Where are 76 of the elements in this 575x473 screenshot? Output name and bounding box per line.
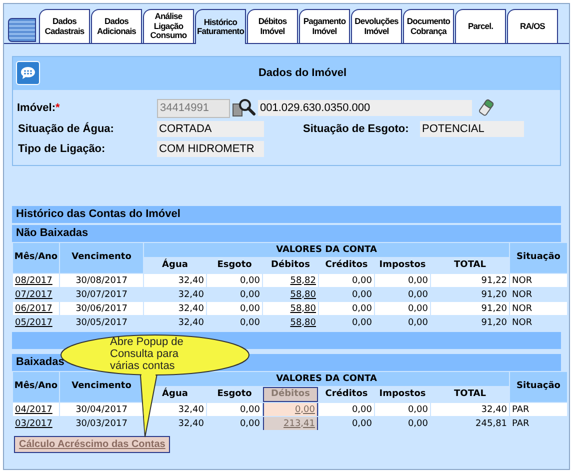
table-cell: 30/08/2017 [76,276,128,286]
table-cell: 91,22 [481,276,508,286]
tab[interactable]: Análise Ligação Consumo [143,9,194,43]
table-cell: 30/07/2017 [76,290,128,300]
input-field[interactable]: 34414991 [157,98,230,118]
table-cell: 32,40 [178,290,204,300]
table-cell: 0,00 [408,318,428,328]
table-cell: NOR [512,304,532,314]
field-label: Tipo de Ligação: [17,142,106,157]
table-link[interactable]: 05/2017 [15,318,52,328]
table-cell: 0,00 [240,418,260,428]
chat-icon[interactable] [16,61,40,85]
table-cell: PAR [512,418,530,428]
table-cell: 0,00 [352,404,372,414]
tab[interactable]: Pagamento Imóvel [299,9,350,43]
tab[interactable]: Histórico Faturamento [195,9,246,44]
table-cell: 0,00 [240,304,260,314]
table-cell: 0,00 [352,276,372,286]
table-cell: 0,00 [240,276,260,286]
table-cell: 32,40 [481,404,508,414]
table-cell: 32,40 [178,318,204,328]
table-cell: 30/03/2017 [76,418,128,428]
table-cell: 0,00 [408,276,428,286]
column-header: Vencimento [60,243,143,273]
table-cell: 91,20 [481,304,508,314]
table-link[interactable]: 58,80 [290,318,316,328]
table-cell: 30/05/2017 [76,318,128,328]
column-header: Situação [510,243,568,273]
tab[interactable]: Dados Adicionais [91,9,142,43]
field-label: Situação de Esgoto: [302,122,410,137]
table-cell: 0,00 [408,290,428,300]
tab[interactable]: Débitos Imóvel [247,9,298,43]
table-cell: 0,00 [240,290,260,300]
table-cell: 32,40 [178,304,204,314]
table-cell: 0,00 [352,304,372,314]
column-group-header: VALORES DA CONTA [144,243,510,257]
table-cell: 0,00 [408,304,428,314]
table-cell: 0,00 [352,318,372,328]
field-label: Situação de Água: [17,121,115,137]
table-cell: 0,00 [352,418,372,428]
table-cell: NOR [512,276,532,286]
table-cell: 0,00 [352,290,372,300]
column-header: Mês/Ano [13,243,59,273]
table-cell: 0,00 [408,418,428,428]
table-cell: 32,40 [178,404,204,414]
table-cell: PAR [512,404,530,414]
table-cell: NOR [512,290,532,300]
column-header: Mês/Ano [13,372,59,402]
column-header: Situação [510,372,568,402]
tab[interactable]: Devoluções Imóvel [351,9,402,43]
table-cell: 0,00 [240,404,260,414]
table-link[interactable]: 03/2017 [15,418,52,428]
section-header: Histórico das Contas do Imóvel [12,206,561,223]
search-icon[interactable] [232,98,256,118]
callout-text: Abre Popup de Consulta para várias contas [110,336,184,372]
table-cell: 91,20 [481,318,508,328]
table-cell: 30/04/2017 [76,404,128,414]
table-cell: 91,20 [481,290,508,300]
table-cell: 0,00 [408,404,428,414]
table-cell: 245,81 [476,418,508,428]
tab[interactable]: Documento Cobrança [403,9,454,43]
tab[interactable]: RA/OS [507,9,558,43]
table-cell: 30/06/2017 [76,304,128,314]
field-label: Imóvel:* [17,100,61,116]
panel-title: Dados do Imóvel [257,66,348,82]
tab[interactable]: Parcel. [455,9,506,43]
table-link[interactable]: 58,80 [290,290,316,300]
table-cell: NOR [512,318,532,328]
column-header: Débitos [263,387,318,402]
tab[interactable]: Dados Cadastrais [39,9,90,43]
table-cell: 0,00 [240,318,260,328]
column-header: Vencimento [60,372,143,402]
table-cell: 32,40 [178,418,204,428]
table-link[interactable]: 07/2017 [15,290,52,300]
table-cell: 32,40 [178,276,204,286]
section-header: Não Baixadas [12,225,561,242]
